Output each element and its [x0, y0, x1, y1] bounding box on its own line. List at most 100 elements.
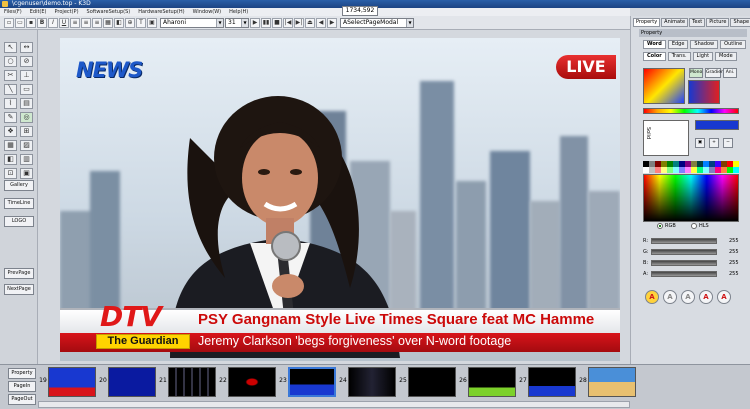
bold-icon[interactable]: B — [37, 17, 47, 28]
remove-icon[interactable]: − — [723, 138, 733, 148]
square-tool-icon[interactable]: ▣ — [20, 168, 33, 179]
grid-icon[interactable]: ▦ — [103, 17, 113, 28]
text-style-5-button[interactable]: A — [717, 290, 731, 304]
preview-stage[interactable]: NEWS LIVE DTV PSY Gangnam Style Live Tim… — [60, 38, 620, 361]
picture-icon[interactable]: ▣ — [147, 17, 157, 28]
italic-icon[interactable]: I — [48, 17, 58, 28]
color-spectrum[interactable] — [643, 174, 739, 222]
text-style-2-button[interactable]: A — [663, 290, 677, 304]
pen-tool-icon[interactable]: ✎ — [4, 112, 17, 123]
channel-r[interactable]: R: 255 — [643, 237, 741, 245]
subtab-mode[interactable]: Mode — [715, 52, 737, 61]
logo-button[interactable]: LOGO — [4, 216, 34, 227]
hatch-tool-icon[interactable]: ▨ — [20, 140, 33, 151]
text-style-1-button[interactable]: A — [645, 290, 659, 304]
target-tool-icon[interactable]: ◎ — [20, 112, 33, 123]
next-page-button[interactable]: NextPage — [4, 284, 34, 295]
page-mode-select[interactable]: ASelectPageModal ▼ — [340, 17, 414, 28]
select-tool-icon[interactable]: ↖ — [4, 42, 17, 53]
channel-g-slider[interactable] — [651, 249, 717, 255]
channel-a[interactable]: A: 255 — [643, 270, 741, 278]
text-icon[interactable]: T — [136, 17, 146, 28]
gallery-button[interactable]: Gallery — [4, 180, 34, 191]
hls-radio[interactable]: HLS — [691, 222, 709, 230]
half-fill-tool-icon[interactable]: ◧ — [4, 154, 17, 165]
page-thumbnail[interactable]: 24 — [338, 367, 396, 397]
new-icon[interactable]: ▫ — [4, 17, 14, 28]
menu-edit[interactable]: Edit(E) — [26, 8, 51, 16]
subtab-light[interactable]: Light — [692, 52, 714, 61]
page-thumbnail[interactable]: 25 — [398, 367, 456, 397]
table-tool-icon[interactable]: ▤ — [20, 98, 33, 109]
channel-a-slider[interactable] — [651, 271, 717, 277]
rgb-radio[interactable]: RGB — [657, 222, 676, 230]
channel-b[interactable]: B: 255 — [643, 259, 741, 267]
menu-project[interactable]: Project(P) — [51, 8, 83, 16]
font-size-select[interactable]: 31 ▼ — [225, 17, 249, 28]
page-thumbnail[interactable]: 27 — [518, 367, 576, 397]
ellipse-tool-icon[interactable]: ○ — [4, 56, 17, 67]
mono-button[interactable]: Mono — [689, 68, 703, 78]
page-in-button[interactable]: PageIn — [8, 381, 36, 392]
page-thumbnail[interactable]: 20 — [98, 367, 156, 397]
property-button[interactable]: Property — [8, 368, 36, 379]
eject-icon[interactable]: ⏏ — [305, 17, 315, 28]
first-frame-icon[interactable]: |◀ — [283, 17, 293, 28]
subtab-shadow[interactable]: Shadow — [690, 40, 719, 49]
page-thumbnail[interactable]: 21 — [158, 367, 216, 397]
tab-animate[interactable]: Animate — [661, 18, 689, 27]
save-icon[interactable]: ▪ — [26, 17, 36, 28]
align-right-icon[interactable]: ≡ — [92, 17, 102, 28]
tab-property[interactable]: Property — [633, 18, 661, 27]
zoom-icon[interactable]: ⊕ — [125, 17, 135, 28]
thumbnail-scrollbar[interactable] — [38, 401, 630, 408]
wave-tool-icon[interactable]: ⌇ — [4, 98, 17, 109]
add-icon[interactable]: + — [709, 138, 719, 148]
pattern-tool-icon[interactable]: ▦ — [4, 140, 17, 151]
subtab-word[interactable]: Word — [643, 40, 666, 49]
underline-icon[interactable]: U — [59, 17, 69, 28]
stop-icon[interactable]: ■ — [272, 17, 282, 28]
color-palette[interactable] — [643, 161, 739, 173]
next-icon[interactable]: ▶ — [327, 17, 337, 28]
gradient-button[interactable]: Gradient — [705, 68, 726, 78]
menu-files[interactable]: Files(F) — [0, 8, 26, 16]
play-icon[interactable]: ▶ — [250, 17, 260, 28]
columns-tool-icon[interactable]: ▥ — [20, 154, 33, 165]
cut-tool-icon[interactable]: ✂ — [4, 70, 17, 81]
circle-tool-icon[interactable]: ⊘ — [20, 56, 33, 67]
rectangle-tool-icon[interactable]: ▭ — [20, 84, 33, 95]
channel-r-slider[interactable] — [651, 238, 717, 244]
page-thumbnail[interactable]: 22 — [218, 367, 276, 397]
menu-hardware-setup[interactable]: HardwareSetup(H) — [134, 8, 188, 16]
page-thumbnail-selected[interactable]: 23 — [278, 367, 336, 397]
shape-tool-icon[interactable]: ❖ — [4, 126, 17, 137]
channel-g[interactable]: G: 255 — [643, 248, 741, 256]
layer-icon[interactable]: ◧ — [114, 17, 124, 28]
color-preview-swatch[interactable] — [643, 68, 685, 104]
menu-software-setup[interactable]: SoftwareSetup(S) — [83, 8, 135, 16]
page-thumbnail[interactable]: 26 — [458, 367, 516, 397]
hue-slider[interactable] — [643, 108, 739, 114]
align-left-icon[interactable]: ≡ — [70, 17, 80, 28]
text-style-3-button[interactable]: A — [681, 290, 695, 304]
page-thumbnail[interactable]: 19 — [38, 367, 96, 397]
subtab-color[interactable]: Color — [643, 52, 666, 61]
last-frame-icon[interactable]: ▶| — [294, 17, 304, 28]
text-style-4-button[interactable]: A — [699, 290, 713, 304]
timeline-button[interactable]: TimeLine — [4, 198, 34, 209]
tab-text[interactable]: Text — [689, 18, 706, 27]
diagonal-tool-icon[interactable]: ╲ — [4, 84, 17, 95]
palette-swatch[interactable] — [733, 167, 739, 173]
picker-icon[interactable]: ▣ — [695, 138, 705, 148]
pause-icon[interactable]: ▮▮ — [261, 17, 271, 28]
font-select[interactable]: Aharoni ▼ — [160, 17, 224, 28]
prev-page-button[interactable]: PrevPage — [4, 268, 34, 279]
subtab-trans[interactable]: Trans. — [667, 52, 691, 61]
move-tool-icon[interactable]: ↔ — [20, 42, 33, 53]
subtab-outline[interactable]: Outline — [720, 40, 747, 49]
grid-tool-icon[interactable]: ⊞ — [20, 126, 33, 137]
align-center-icon[interactable]: ≡ — [81, 17, 91, 28]
page-out-button[interactable]: PageOut — [8, 394, 36, 405]
frame-tool-icon[interactable]: ⊡ — [4, 168, 17, 179]
